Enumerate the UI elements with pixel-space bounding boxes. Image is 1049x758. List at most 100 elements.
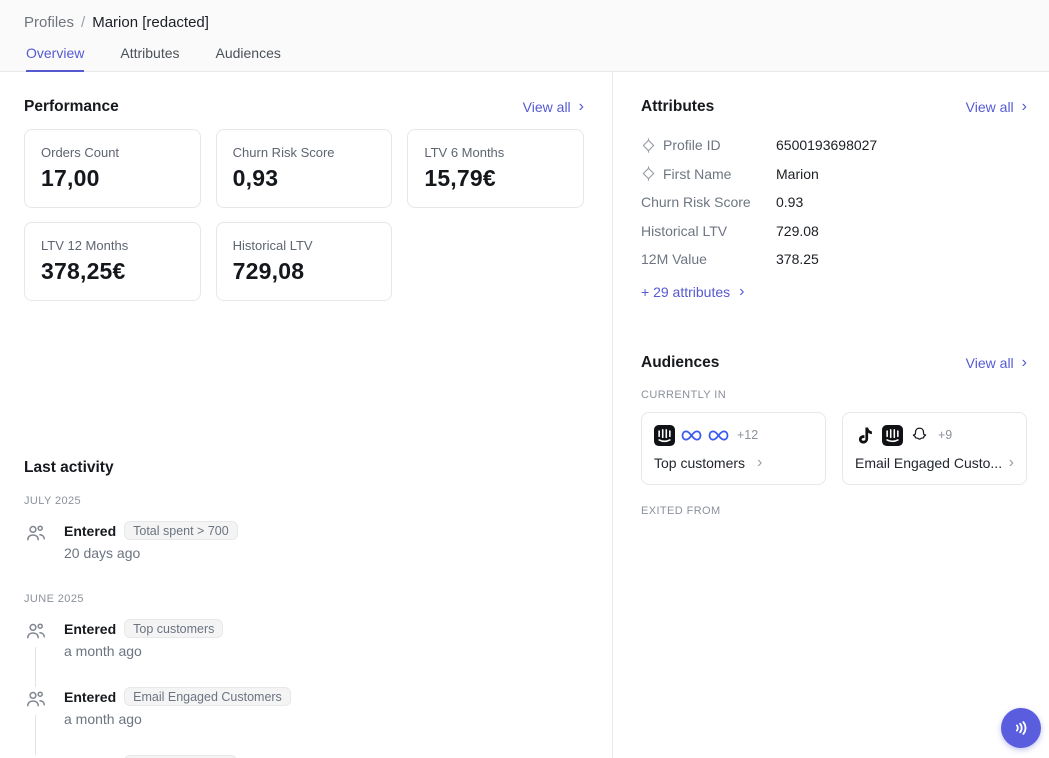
attribute-row-first-name: First Name Marion	[641, 160, 1027, 189]
audience-badge: Top customers	[124, 619, 223, 638]
view-all-label: View all	[966, 99, 1014, 115]
chevron-right-icon: ›	[1009, 455, 1014, 471]
exited-from-label: EXITED FROM	[641, 505, 1027, 517]
snapchat-icon	[909, 425, 930, 446]
audiences-title: Audiences	[641, 354, 719, 372]
activity-action: Entered	[64, 689, 116, 705]
attribute-row-12m-value: 12M Value 378.25	[641, 245, 1027, 274]
audience-name: Top customers	[654, 455, 745, 471]
audience-extra-count: +12	[737, 428, 758, 442]
page-header: Profiles / Marion [redacted] Overview At…	[0, 0, 1049, 72]
currently-in-cards: +12 Top customers ›	[641, 412, 1027, 485]
metric-card-ltv-6-months: LTV 6 Months 15,79€	[407, 129, 584, 208]
activity-action: Entered	[64, 621, 116, 637]
activity-item: Entered Top customers a month ago	[24, 619, 584, 673]
tab-attributes[interactable]: Attributes	[120, 45, 179, 72]
main-content: Performance View all › Orders Count 17,0…	[0, 72, 1049, 758]
more-attributes-link[interactable]: + 29 attributes ›	[641, 284, 1027, 300]
sonar-waves-icon	[1010, 717, 1032, 739]
chevron-right-icon: ›	[1022, 99, 1027, 115]
left-column: Performance View all › Orders Count 17,0…	[0, 72, 613, 758]
metric-label: LTV 12 Months	[41, 238, 184, 253]
intercom-icon	[654, 425, 675, 446]
attribute-label: Churn Risk Score	[641, 194, 751, 210]
audience-badge: Email Engaged Customers	[124, 687, 291, 706]
pinned-attribute-icon	[641, 166, 656, 181]
chat-widget-button[interactable]	[1001, 708, 1041, 748]
chevron-right-icon: ›	[757, 455, 762, 471]
activity-time: a month ago	[64, 711, 291, 727]
profile-tabs: Overview Attributes Audiences	[24, 45, 1025, 72]
attribute-value: 378.25	[776, 251, 819, 267]
attribute-label: 12M Value	[641, 251, 707, 267]
breadcrumb-current-profile: Marion [redacted]	[92, 14, 209, 31]
view-all-label: View all	[523, 99, 571, 115]
metric-value: 17,00	[41, 165, 184, 192]
performance-section-header: Performance View all ›	[24, 98, 584, 116]
meta-icon	[708, 425, 729, 446]
meta-icon	[681, 425, 702, 446]
tiktok-icon	[855, 425, 876, 446]
attribute-value: 6500193698027	[776, 137, 877, 153]
attribute-row-profile-id: Profile ID 6500193698027	[641, 131, 1027, 160]
attribute-label: Historical LTV	[641, 223, 727, 239]
pinned-attribute-icon	[641, 138, 656, 153]
intercom-icon	[882, 425, 903, 446]
metric-value: 15,79€	[424, 165, 567, 192]
audience-extra-count: +9	[938, 428, 952, 442]
attributes-section-header: Attributes View all ›	[641, 98, 1027, 116]
metric-card-historical-ltv: Historical LTV 729,08	[216, 222, 393, 301]
users-icon	[24, 688, 48, 712]
performance-title: Performance	[24, 98, 119, 116]
users-icon	[24, 522, 48, 546]
more-attributes-label: + 29 attributes	[641, 284, 730, 300]
chevron-right-icon: ›	[739, 284, 744, 300]
profile-overview-page: Profiles / Marion [redacted] Overview At…	[0, 0, 1049, 758]
attribute-label: First Name	[663, 166, 731, 182]
activity-item-body: Entered Email Engaged Customers a month …	[64, 687, 291, 727]
breadcrumb-profiles-link[interactable]: Profiles	[24, 14, 74, 31]
metric-card-orders-count: Orders Count 17,00	[24, 129, 201, 208]
metric-label: Historical LTV	[233, 238, 376, 253]
metric-label: LTV 6 Months	[424, 145, 567, 160]
attribute-value: 729.08	[776, 223, 819, 239]
audience-card-top-customers[interactable]: +12 Top customers ›	[641, 412, 826, 485]
attributes-view-all-link[interactable]: View all ›	[966, 99, 1027, 115]
activity-item-body: Entered Top customers a month ago	[64, 619, 223, 659]
attribute-value: 0.93	[776, 194, 803, 210]
attribute-value: Marion	[776, 166, 819, 182]
metric-label: Churn Risk Score	[233, 145, 376, 160]
audiences-view-all-link[interactable]: View all ›	[966, 355, 1027, 371]
activity-time: 20 days ago	[64, 545, 238, 561]
activity-action: Entered	[64, 523, 116, 539]
chevron-right-icon: ›	[579, 99, 584, 115]
performance-cards: Orders Count 17,00 Churn Risk Score 0,93…	[24, 129, 584, 301]
last-activity-title: Last activity	[24, 459, 584, 477]
metric-value: 729,08	[233, 258, 376, 285]
tab-overview[interactable]: Overview	[26, 45, 84, 72]
tab-audiences[interactable]: Audiences	[216, 45, 281, 72]
metric-value: 378,25€	[41, 258, 184, 285]
attribute-row-churn-risk: Churn Risk Score 0.93	[641, 188, 1027, 217]
month-label-july: JULY 2025	[24, 495, 584, 507]
metric-card-churn-risk: Churn Risk Score 0,93	[216, 129, 393, 208]
metric-card-ltv-12-months: LTV 12 Months 378,25€	[24, 222, 201, 301]
attribute-rows: Profile ID 6500193698027 First Name Mari…	[641, 131, 1027, 274]
attribute-label: Profile ID	[663, 137, 721, 153]
attributes-title: Attributes	[641, 98, 714, 116]
users-icon	[24, 620, 48, 644]
activity-item: Entered Email Engaged Customers a month …	[24, 687, 584, 741]
audience-card-email-engaged[interactable]: +9 Email Engaged Custo... ›	[842, 412, 1027, 485]
currently-in-label: CURRENTLY IN	[641, 389, 1027, 401]
audience-name: Email Engaged Custo...	[855, 455, 1002, 471]
breadcrumb-separator: /	[81, 14, 85, 31]
chevron-right-icon: ›	[1022, 355, 1027, 371]
audiences-section: Audiences View all › CURRENTLY IN	[641, 354, 1027, 517]
last-activity-section: Last activity JULY 2025 Entered Total sp…	[24, 459, 584, 758]
metric-label: Orders Count	[41, 145, 184, 160]
attribute-row-historical-ltv: Historical LTV 729.08	[641, 217, 1027, 246]
performance-view-all-link[interactable]: View all ›	[523, 99, 584, 115]
metric-value: 0,93	[233, 165, 376, 192]
month-label-june: JUNE 2025	[24, 593, 584, 605]
activity-item-body: Entered Total spent > 700 20 days ago	[64, 521, 238, 561]
